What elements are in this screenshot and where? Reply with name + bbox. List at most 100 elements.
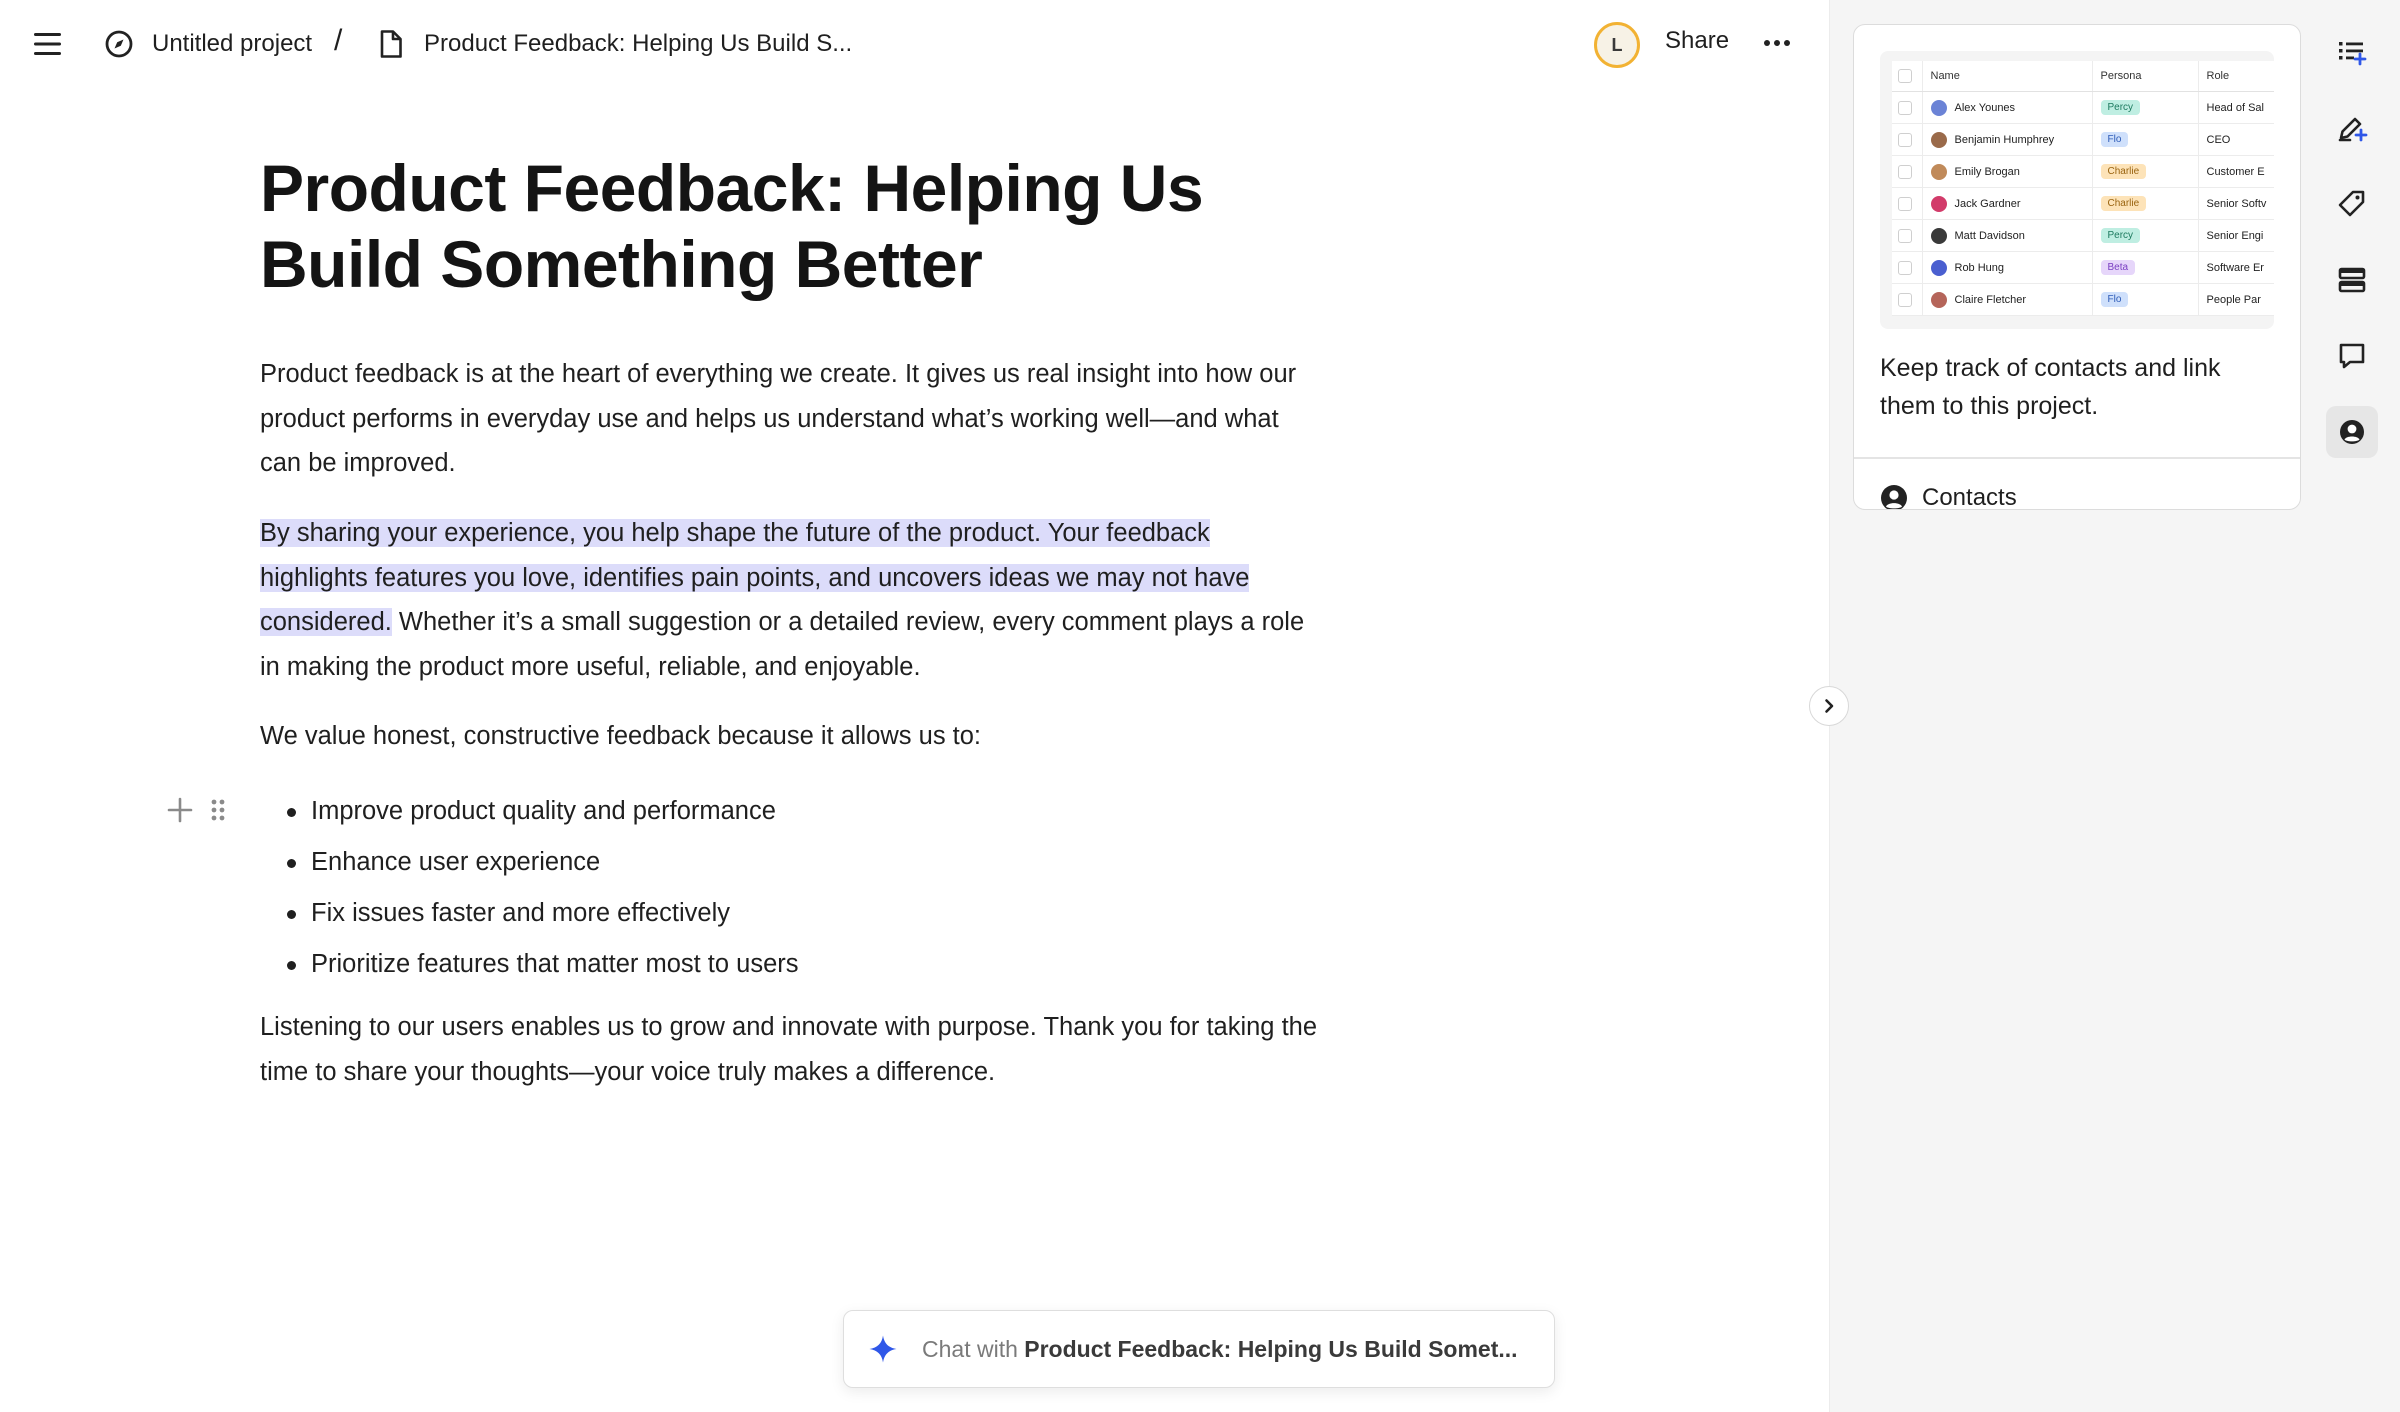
avatar <box>1930 131 1947 148</box>
role-cell: Software Er <box>2198 251 2274 284</box>
share-button[interactable]: Share <box>1665 27 1729 55</box>
compass-icon <box>104 29 134 59</box>
checkbox <box>1898 164 1912 179</box>
list-item[interactable]: Fix issues faster and more effectively <box>285 888 799 939</box>
breadcrumb-document[interactable]: Product Feedback: Helping Us Build S... <box>378 27 852 61</box>
persona-badge: Percy <box>2100 228 2141 243</box>
pen-plus-icon[interactable] <box>2326 102 2378 154</box>
list-add-icon[interactable] <box>2326 26 2378 78</box>
table-row: Matt Davidson Percy Senior Engi <box>1892 219 2274 252</box>
list-item[interactable]: Enhance user experience <box>285 837 799 888</box>
list-item[interactable]: Improve product quality and performance <box>285 786 799 837</box>
contact-name: Alex Younes <box>1954 101 2016 114</box>
checkbox-cell <box>1892 251 1923 284</box>
checkbox <box>1898 132 1912 147</box>
contacts-card[interactable]: Name Persona Role Alex Younes Percy Head o… <box>1853 24 2301 510</box>
persona-cell: Flo <box>2092 123 2199 156</box>
preview-table: Name Persona Role Alex Younes Percy Head o… <box>1892 61 2274 316</box>
avatar <box>1930 291 1947 308</box>
persona-cell: Flo <box>2092 283 2199 316</box>
user-circle-icon[interactable] <box>2326 406 2378 458</box>
tag-icon[interactable] <box>2326 178 2378 230</box>
table-row: Alex Younes Percy Head of Sal <box>1892 91 2274 124</box>
name-cell: Benjamin Humphrey <box>1922 123 2093 156</box>
chat-input[interactable]: Chat with Product Feedback: Helping Us B… <box>843 1310 1555 1388</box>
name-cell: Claire Fletcher <box>1922 283 2093 316</box>
breadcrumb-separator: / <box>334 24 343 57</box>
checkbox-cell <box>1892 187 1923 220</box>
table-header-row: Name Persona Role <box>1892 61 2274 92</box>
card-description: Keep track of contacts and link them to … <box>1880 354 2221 420</box>
persona-badge: Charlie <box>2100 196 2147 211</box>
list-item[interactable]: Prioritize features that matter most to … <box>285 939 799 990</box>
name-cell: Alex Younes <box>1922 91 2093 124</box>
paragraph-value[interactable]: We value honest, constructive feedback b… <box>260 714 1320 759</box>
name-cell: Jack Gardner <box>1922 187 2093 220</box>
paragraph-sharing[interactable]: By sharing your experience, you help sha… <box>260 511 1320 689</box>
contacts-link[interactable]: Contacts <box>1880 479 2017 510</box>
sparkle-icon <box>868 1334 898 1364</box>
persona-badge: Charlie <box>2100 164 2147 179</box>
user-circle-icon <box>1880 484 1908 509</box>
persona-badge: Beta <box>2100 260 2136 275</box>
name-cell: Emily Brogan <box>1922 155 2093 188</box>
checkbox <box>1898 196 1912 211</box>
checkbox-cell <box>1892 123 1923 156</box>
document-header: Product Feedback: Helping Us Build Somet… <box>260 150 1320 302</box>
persona-cell: Charlie <box>2092 155 2199 188</box>
role-cell: CEO <box>2198 123 2274 156</box>
persona-badge: Flo <box>2100 292 2129 307</box>
persona-cell: Beta <box>2092 251 2199 284</box>
checkbox-cell <box>1892 155 1923 188</box>
layout-rows-icon[interactable] <box>2326 254 2378 306</box>
contact-name: Claire Fletcher <box>1954 293 2027 306</box>
persona-badge: Flo <box>2100 132 2129 147</box>
role-cell: Head of Sal <box>2198 91 2274 124</box>
column-header: Role <box>2198 61 2274 92</box>
role-cell: Customer E <box>2198 155 2274 188</box>
ellipsis-icon[interactable] <box>1762 32 1792 54</box>
checkbox-cell <box>1892 283 1923 316</box>
chevron-right-icon <box>1825 699 1834 713</box>
persona-cell: Percy <box>2092 219 2199 252</box>
table-row: Rob Hung Beta Software Er <box>1892 251 2274 284</box>
comment-icon[interactable] <box>2326 330 2378 382</box>
contacts-label: Contacts <box>1922 484 2017 510</box>
paragraph-intro[interactable]: Product feedback is at the heart of ever… <box>260 352 1320 486</box>
checkbox <box>1898 228 1912 243</box>
document-name: Product Feedback: Helping Us Build S... <box>424 30 853 57</box>
persona-cell: Percy <box>2092 91 2199 124</box>
project-name: Untitled project <box>152 30 313 57</box>
avatar <box>1930 259 1947 276</box>
avatar[interactable]: L <box>1594 22 1640 68</box>
avatar <box>1930 163 1947 180</box>
checkbox-cell <box>1892 91 1923 124</box>
column-header: Name <box>1922 61 2093 92</box>
preview-table-body: Alex Younes Percy Head of Sal Benjamin Hump… <box>1892 91 2274 316</box>
chat-document-name: Product Feedback: Helping Us Build Somet… <box>1024 1335 1518 1362</box>
paragraph-closing[interactable]: Listening to our users enables us to gro… <box>260 1005 1320 1094</box>
contact-name: Matt Davidson <box>1954 229 2025 242</box>
page-title[interactable]: Product Feedback: Helping Us Build Somet… <box>260 150 1320 302</box>
document-icon <box>378 29 404 59</box>
table-row: Claire Fletcher Flo People Par <box>1892 283 2274 316</box>
header-checkbox-cell <box>1892 61 1923 92</box>
collapse-panel-button[interactable] <box>1809 686 1849 726</box>
name-cell: Rob Hung <box>1922 251 2093 284</box>
role-cell: People Par <box>2198 283 2274 316</box>
persona-cell: Charlie <box>2092 187 2199 220</box>
contacts-preview: Name Persona Role Alex Younes Percy Head o… <box>1880 51 2274 329</box>
checkbox-cell <box>1892 219 1923 252</box>
add-block-icon[interactable] <box>164 794 196 826</box>
column-header: Persona <box>2092 61 2199 92</box>
table-row: Jack Gardner Charlie Senior Softv <box>1892 187 2274 220</box>
breadcrumb-project[interactable]: Untitled project <box>104 27 312 61</box>
contact-name: Rob Hung <box>1954 261 2005 274</box>
block-tools <box>164 794 228 826</box>
checkbox <box>1898 292 1912 307</box>
checkbox <box>1898 260 1912 275</box>
drag-handle-icon[interactable] <box>208 797 228 823</box>
top-bar: Untitled project / Product Feedback: Hel… <box>0 0 1830 88</box>
menu-icon[interactable] <box>33 31 63 57</box>
name-cell: Matt Davidson <box>1922 219 2093 252</box>
